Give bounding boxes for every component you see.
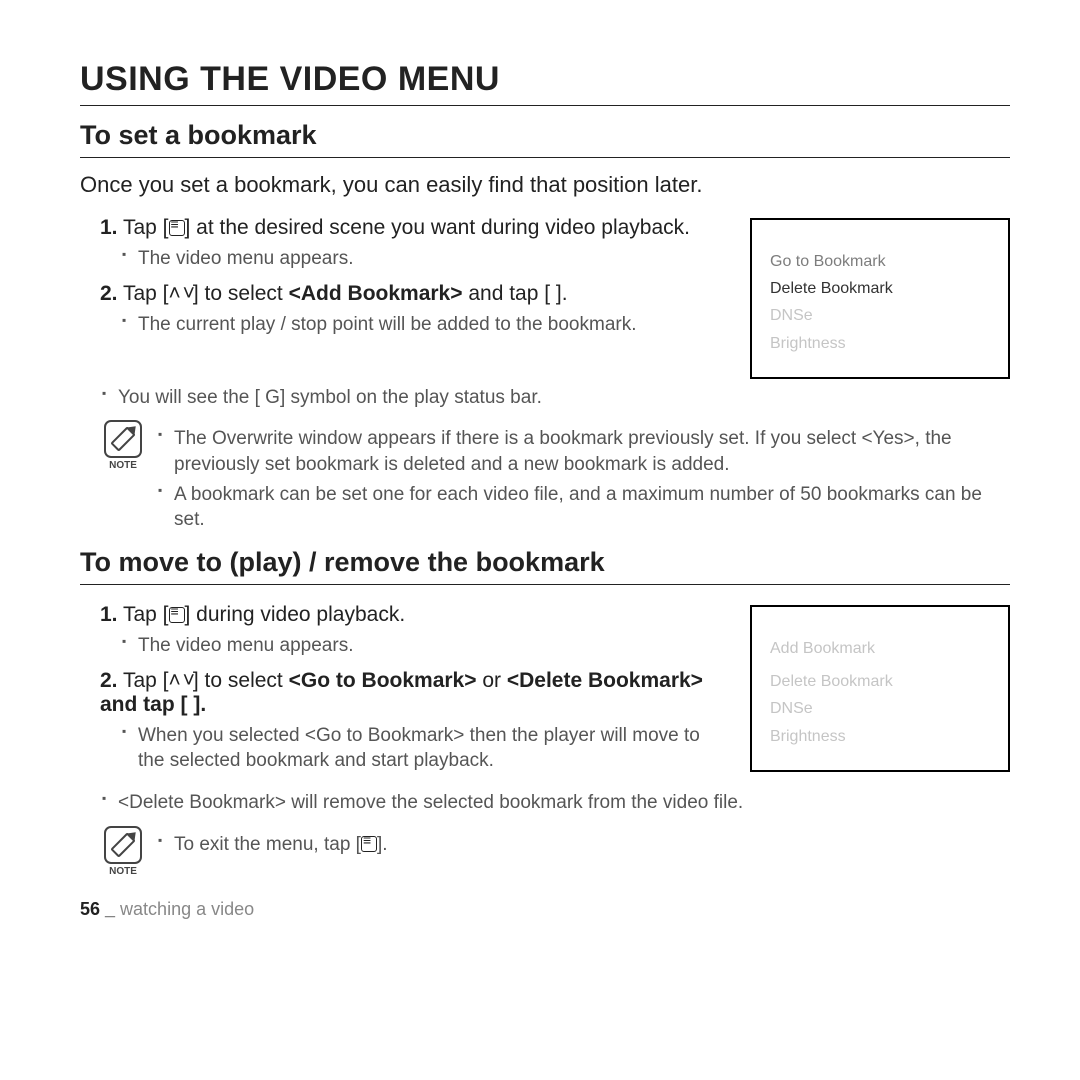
menu1-delete: Delete Bookmark (770, 275, 992, 302)
note2-text: To exit the menu, tap []. (158, 832, 388, 858)
section2-rule (80, 584, 1010, 585)
s1-step1: 1. Tap [ ] at the desired scene you want … (100, 216, 730, 272)
menu-icon (169, 220, 185, 236)
s1-step1-pre: Tap [ (123, 216, 169, 239)
section2-heading: To move to (play) / remove the bookmark (80, 547, 1010, 578)
go-to-bookmark-label: <Go to Bookmark> (289, 669, 477, 692)
s1-step2-post: and tap [ ]. (463, 282, 568, 305)
note-label: NOTE (109, 460, 137, 471)
step-number: 2. (100, 282, 118, 305)
step-number: 1. (100, 603, 118, 626)
s2-step2: 2. Tap [˄ ˅] to select <Go to Bookmark> … (100, 669, 730, 774)
s1-step1-post: ] at the desired scene you want during v… (185, 216, 690, 239)
note1-b: A bookmark can be set one for each video… (158, 482, 1010, 533)
note-block-2: NOTE To exit the menu, tap []. (100, 826, 1010, 877)
menu-preview-2: Add Bookmark Delete Bookmark DNSe Bright… (750, 605, 1010, 772)
menu-preview-1: Go to Bookmark Delete Bookmark DNSe Brig… (750, 218, 1010, 379)
menu2-delete: Delete Bookmark (770, 668, 992, 695)
s2-step2-sub2: <Delete Bookmark> will remove the select… (102, 790, 1010, 816)
note-icon: NOTE (100, 826, 146, 877)
note-block-1: NOTE The Overwrite window appears if the… (100, 420, 1010, 537)
note1-a: The Overwrite window appears if there is… (158, 426, 1010, 477)
menu1-bright: Brightness (770, 330, 992, 357)
section1-rule (80, 157, 1010, 158)
note-icon: NOTE (100, 420, 146, 471)
s2-step1: 1. Tap [ ] during video playback. The vid… (100, 603, 730, 659)
section1-heading: To set a bookmark (80, 120, 1010, 151)
s2-step1-post: ] during video playback. (185, 603, 406, 626)
footer-section: watching a video (115, 899, 254, 919)
menu1-goto: Go to Bookmark (770, 248, 992, 275)
s2-step2-mid: ] to select (193, 669, 289, 692)
s2-step2-sub1: When you selected <Go to Bookmark> then … (122, 723, 730, 774)
s1-step2: 2. Tap [˄ ˅] to select <Add Bookmark> an… (100, 282, 730, 338)
menu-icon (361, 836, 377, 852)
page-footer: 56 _ watching a video (80, 899, 1010, 920)
s1-step2-sub2: You will see the [ G] symbol on the play… (102, 385, 1010, 411)
add-bookmark-label: <Add Bookmark> (289, 282, 463, 305)
s2-step1-sub1: The video menu appears. (122, 633, 730, 659)
s1-sub2-post: ] symbol on the play status bar. (280, 387, 542, 408)
updown-icon: ˄ ˅ (169, 282, 193, 306)
step-number: 1. (100, 216, 118, 239)
s2-step2-post: and tap [ ]. (100, 693, 206, 716)
s1-step2-sub1: The current play / stop point will be ad… (122, 312, 730, 338)
s1-step2-pre: Tap [ (123, 282, 169, 305)
delete-bookmark-label: <Delete Bookmark> (507, 669, 703, 692)
s1-step2-mid: ] to select (193, 282, 289, 305)
page-number: 56 _ (80, 899, 115, 919)
page-title: USING THE VIDEO MENU (80, 60, 1010, 99)
s1-sub2-pre: You will see the [ (118, 387, 265, 408)
menu1-dnse: DNSe (770, 302, 992, 329)
menu-icon (169, 607, 185, 623)
menu2-add: Add Bookmark (770, 635, 992, 662)
note2-pre: To exit the menu, tap [ (174, 834, 361, 855)
note-label: NOTE (109, 866, 137, 877)
note2-post: ]. (377, 834, 388, 855)
menu2-dnse: DNSe (770, 695, 992, 722)
s2-step2-or: or (477, 669, 507, 692)
s1-step1-sub1: The video menu appears. (122, 246, 730, 272)
section1-intro: Once you set a bookmark, you can easily … (80, 172, 1010, 198)
updown-icon: ˄ ˅ (169, 669, 193, 693)
menu2-bright: Brightness (770, 723, 992, 750)
step-number: 2. (100, 669, 118, 692)
title-rule (80, 105, 1010, 106)
s2-step1-pre: Tap [ (123, 603, 169, 626)
s2-step2-pre: Tap [ (123, 669, 169, 692)
bookmark-symbol-icon: G (265, 387, 280, 408)
